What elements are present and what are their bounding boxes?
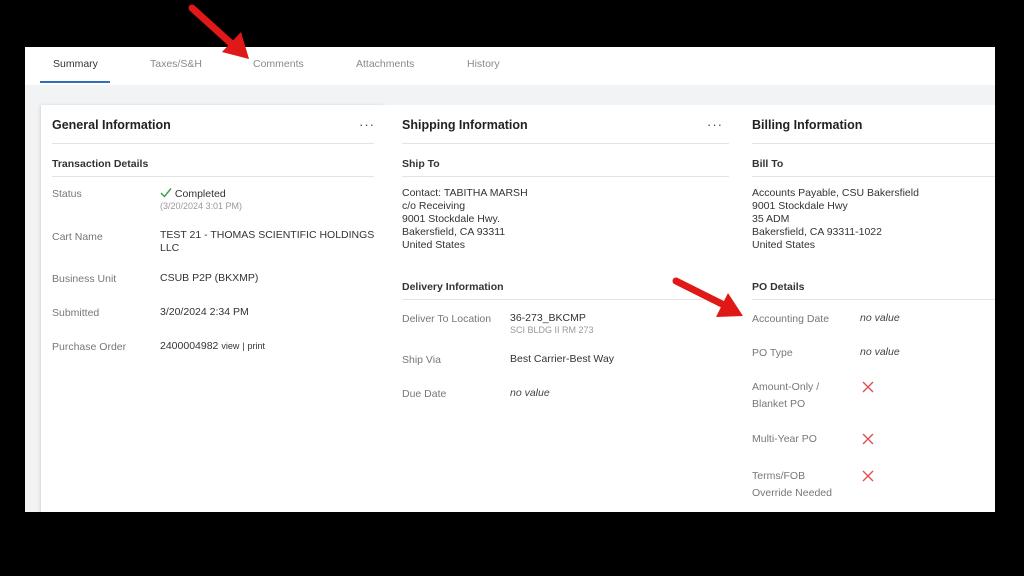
divider — [752, 176, 995, 177]
address-line: United States — [752, 239, 816, 251]
divider — [402, 176, 729, 177]
divider — [52, 143, 374, 144]
general-information-panel: General Information ··· Transaction Deta… — [41, 105, 384, 512]
status-timestamp: (3/20/2024 3:01 PM) — [160, 201, 243, 211]
panel-title: Shipping Information — [402, 118, 528, 132]
po-number: 2400004982 — [160, 340, 219, 352]
x-mark-icon — [862, 433, 874, 445]
tab-bar: Summary Taxes/S&H Comments Attachments H… — [25, 47, 995, 85]
checkmark-icon — [160, 188, 172, 198]
bill-to-address: Accounts Payable, CSU Bakersfield 9001 S… — [752, 187, 919, 252]
po-type-value: no value — [860, 346, 900, 358]
due-date-label: Due Date — [402, 388, 447, 400]
ship-via-label: Ship Via — [402, 354, 441, 366]
business-unit-value: CSUB P2P (BKXMP) — [160, 272, 259, 284]
submitted-label: Submitted — [52, 307, 100, 319]
annotation-arrow-icon — [672, 277, 743, 317]
section-title: Transaction Details — [52, 158, 149, 170]
business-unit-label: Business Unit — [52, 273, 117, 285]
app-window: Summary Taxes/S&H Comments Attachments H… — [25, 47, 995, 512]
submitted-value: 3/20/2024 2:34 PM — [160, 306, 249, 318]
divider — [752, 143, 995, 144]
purchase-order-label: Purchase Order — [52, 341, 127, 353]
annotation-arrow-icon — [188, 4, 249, 59]
status-text: Completed — [174, 188, 226, 200]
deliver-location-room: SCI BLDG II RM 273 — [510, 325, 594, 335]
address-line: c/o Receiving — [402, 200, 466, 212]
status-label: Status — [52, 188, 82, 200]
terms-fob-label: Terms/FOB Override Needed — [752, 468, 832, 502]
tab-summary[interactable]: Summary — [53, 58, 98, 70]
po-print-link[interactable]: print — [248, 341, 266, 351]
accounting-date-value: no value — [860, 312, 900, 324]
status-value: Completed (3/20/2024 3:01 PM) — [160, 187, 242, 212]
tab-history[interactable]: History — [467, 58, 500, 70]
x-mark-icon — [862, 381, 874, 393]
cart-name-value: TEST 21 - THOMAS SCIENTIFIC HOLDINGS LLC — [160, 229, 375, 254]
deliver-location-code: 36-273_BKCMP — [510, 312, 586, 324]
divider — [752, 299, 995, 300]
po-view-link[interactable]: view — [221, 341, 239, 351]
panel-title: General Information — [52, 118, 171, 132]
address-line: Bakersfield, CA 93311 — [402, 226, 506, 238]
more-options-icon[interactable]: ··· — [359, 117, 375, 132]
po-type-label: PO Type — [752, 347, 793, 359]
more-options-icon[interactable]: ··· — [707, 117, 723, 132]
label-line: Amount-Only / — [752, 381, 820, 393]
section-title: Delivery Information — [402, 281, 504, 293]
address-line: 35 ADM — [752, 213, 790, 225]
active-tab-indicator — [40, 81, 110, 83]
divider — [52, 176, 374, 177]
ship-to-address: Contact: TABITHA MARSH c/o Receiving 900… — [402, 187, 528, 252]
divider — [402, 143, 729, 144]
x-mark-icon — [862, 470, 874, 482]
billing-information-panel: Billing Information Bill To Accounts Pay… — [734, 105, 995, 512]
address-line: 9001 Stockdale Hwy — [752, 200, 848, 212]
section-title: PO Details — [752, 281, 805, 293]
due-date-value: no value — [510, 387, 550, 399]
purchase-order-value: 2400004982 view | print — [160, 340, 265, 353]
panel-title: Billing Information — [752, 118, 863, 132]
address-line: Contact: TABITHA MARSH — [402, 187, 528, 199]
deliver-to-value: 36-273_BKCMP SCI BLDG II RM 273 — [510, 312, 594, 336]
address-line: United States — [402, 239, 466, 251]
deliver-to-label: Deliver To Location — [402, 313, 492, 325]
section-title: Ship To — [402, 158, 440, 170]
address-line: Accounts Payable, CSU Bakersfield — [752, 187, 919, 199]
accounting-date-label: Accounting Date — [752, 313, 830, 325]
tab-attachments[interactable]: Attachments — [356, 58, 414, 70]
cart-name-label: Cart Name — [52, 231, 103, 243]
address-line: Bakersfield, CA 93311-1022 — [752, 226, 882, 238]
ship-via-value: Best Carrier-Best Way — [510, 353, 615, 365]
link-separator: | — [242, 341, 245, 351]
label-line: Terms/FOB — [752, 470, 806, 482]
section-title: Bill To — [752, 158, 784, 170]
address-line: 9001 Stockdale Hwy. — [402, 213, 500, 225]
amount-only-label: Amount-Only / Blanket PO — [752, 379, 819, 413]
label-line: Override Needed — [752, 487, 832, 499]
tab-comments[interactable]: Comments — [253, 58, 304, 70]
multi-year-po-label: Multi-Year PO — [752, 433, 817, 445]
label-line: Blanket PO — [752, 398, 806, 410]
